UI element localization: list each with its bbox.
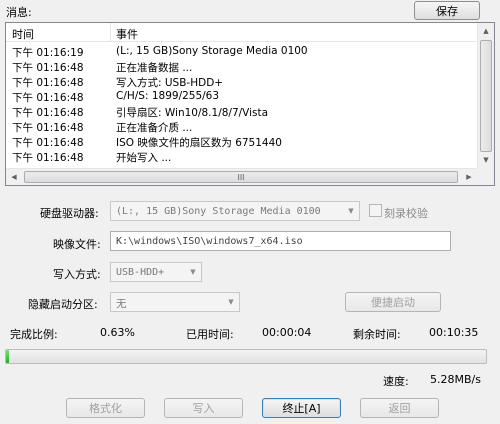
log-rows: 下午 01:16:19 (L:, 15 GB)Sony Storage Media… <box>6 44 476 164</box>
column-header-event[interactable]: 事件 <box>116 26 138 42</box>
hidden-partition-label: 隐藏启动分区: <box>28 298 98 311</box>
abort-button[interactable]: 终止[A] <box>262 398 341 418</box>
image-file-label: 映像文件: <box>53 238 101 251</box>
format-button[interactable]: 格式化 <box>66 398 145 418</box>
write-button[interactable]: 写入 <box>164 398 243 418</box>
log-row-time: 下午 01:16:48 <box>12 152 84 164</box>
chevron-down-icon: ▼ <box>190 268 196 276</box>
speed-label: 速度: <box>383 375 409 388</box>
log-row-time: 下午 01:16:48 <box>12 62 84 74</box>
complete-label: 完成比例: <box>10 328 58 341</box>
back-button[interactable]: 返回 <box>360 398 439 418</box>
verify-label: 刻录校验 <box>384 207 428 220</box>
complete-value: 0.63% <box>100 326 135 339</box>
log-row[interactable]: 下午 01:16:48 正在准备数据 ... <box>6 59 476 74</box>
hidden-partition-value: 无 <box>116 298 127 310</box>
log-row[interactable]: 下午 01:16:48 ISO 映像文件的扇区数为 6751440 <box>6 134 476 149</box>
disk-drive-value: (L:, 15 GB)Sony Storage Media 0100 <box>116 206 321 217</box>
elapsed-value: 00:00:04 <box>262 326 312 339</box>
scroll-right-icon[interactable]: ▶ <box>461 169 477 185</box>
log-row-event: 引导扇区: Win10/8.1/8/7/Vista <box>116 107 269 119</box>
column-header-time[interactable]: 时间 <box>12 26 34 42</box>
log-row-event: 开始写入 ... <box>116 152 172 164</box>
image-file-value: K:\windows\ISO\windows7_x64.iso <box>116 236 303 247</box>
scroll-down-icon[interactable]: ▼ <box>478 152 494 168</box>
log-row[interactable]: 下午 01:16:48 写入方式: USB-HDD+ <box>6 74 476 89</box>
log-row-event: 写入方式: USB-HDD+ <box>116 77 224 89</box>
scroll-up-icon[interactable]: ▲ <box>478 23 494 39</box>
chevron-down-icon: ▼ <box>228 298 234 306</box>
progress-fill <box>6 350 10 363</box>
write-method-label: 写入方式: <box>53 268 101 281</box>
speed-value: 5.28MB/s <box>430 373 481 386</box>
log-horizontal-scrollbar[interactable]: ◀ III ▶ <box>6 168 477 185</box>
log-row-time: 下午 01:16:48 <box>12 92 84 104</box>
chevron-down-icon: ▼ <box>348 207 354 215</box>
log-row-event: 正在准备数据 ... <box>116 62 193 74</box>
column-separator[interactable] <box>110 23 111 42</box>
write-progress-bar <box>5 349 487 364</box>
elapsed-label: 已用时间: <box>186 328 234 341</box>
log-row-time: 下午 01:16:48 <box>12 137 84 149</box>
log-row-event: ISO 映像文件的扇区数为 6751440 <box>116 137 282 149</box>
log-row-time: 下午 01:16:48 <box>12 122 84 134</box>
scroll-thumb-horizontal[interactable]: III <box>24 171 458 183</box>
write-method-value: USB-HDD+ <box>116 267 165 278</box>
log-row-time: 下午 01:16:19 <box>12 47 84 59</box>
log-row-time: 下午 01:16:48 <box>12 107 84 119</box>
disk-drive-select[interactable]: (L:, 15 GB)Sony Storage Media 0100 ▼ <box>110 201 360 221</box>
scroll-left-icon[interactable]: ◀ <box>6 169 22 185</box>
scroll-corner <box>477 168 494 185</box>
log-row-event: C/H/S: 1899/255/63 <box>116 90 220 102</box>
scroll-thumb-vertical[interactable] <box>480 40 492 152</box>
messages-label: 消息: <box>6 6 32 19</box>
log-row[interactable]: 下午 01:16:48 引导扇区: Win10/8.1/8/7/Vista <box>6 104 476 119</box>
hidden-partition-select[interactable]: 无 ▼ <box>110 292 240 312</box>
remaining-value: 00:10:35 <box>429 326 479 339</box>
log-list-header: 时间 事件 <box>6 23 476 42</box>
verify-checkbox[interactable] <box>369 204 382 217</box>
save-button[interactable]: 保存 <box>414 1 480 20</box>
log-row-time: 下午 01:16:48 <box>12 77 84 89</box>
log-row[interactable]: 下午 01:16:19 (L:, 15 GB)Sony Storage Media… <box>6 44 476 59</box>
log-list[interactable]: 时间 事件 下午 01:16:19 (L:, 15 GB)Sony Storage… <box>5 22 495 186</box>
log-row[interactable]: 下午 01:16:48 正在准备介质 ... <box>6 119 476 134</box>
log-row-event: 正在准备介质 ... <box>116 122 193 134</box>
scroll-grip: III <box>237 172 245 182</box>
log-vertical-scrollbar[interactable]: ▲ ▼ <box>477 23 494 168</box>
log-row[interactable]: 下午 01:16:48 C/H/S: 1899/255/63 <box>6 89 476 104</box>
log-row[interactable]: 下午 01:16:48 开始写入 ... <box>6 149 476 164</box>
remaining-label: 剩余时间: <box>353 328 401 341</box>
log-row-event: (L:, 15 GB)Sony Storage Media 0100 <box>116 45 308 57</box>
write-method-select[interactable]: USB-HDD+ ▼ <box>110 262 202 282</box>
portable-boot-button[interactable]: 便捷启动 <box>345 292 441 312</box>
image-file-field[interactable]: K:\windows\ISO\windows7_x64.iso <box>110 231 451 251</box>
disk-drive-label: 硬盘驱动器: <box>40 207 99 220</box>
